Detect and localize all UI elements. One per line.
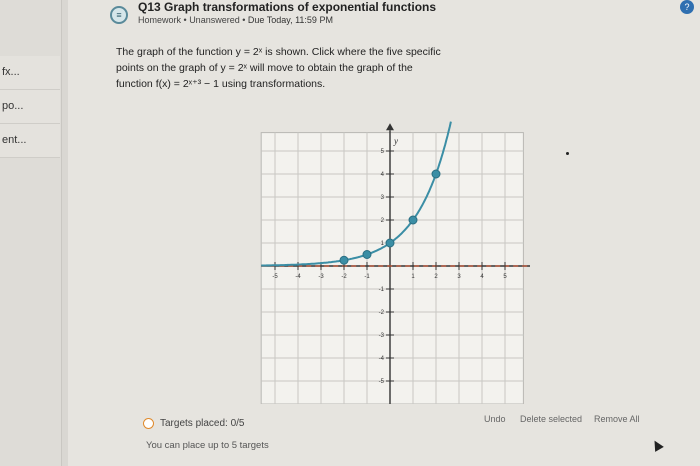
x-tick-label: -4 [295, 274, 301, 280]
graph-canvas[interactable]: -5-4-3-2-11234554321-1-2-3-4-5xy [250, 118, 530, 404]
list-icon: ≡ [110, 6, 128, 24]
page-title: Q13 Graph transformations of exponential… [138, 0, 437, 14]
curve-point[interactable] [385, 238, 395, 248]
y-tick-label: -5 [379, 379, 385, 385]
assignment-status: Unanswered [189, 15, 240, 25]
assignment-meta: Homework • Unanswered • Due Today, 11:59… [138, 15, 333, 25]
undo-button[interactable]: Undo [484, 414, 506, 424]
target-radio-icon [143, 418, 154, 429]
curve-point[interactable] [339, 255, 349, 265]
sidebar-item-1[interactable]: fx... [0, 56, 60, 90]
x-tick-label: -5 [272, 274, 278, 280]
y-tick-label: -2 [379, 310, 385, 316]
y-tick-label: -3 [379, 333, 385, 339]
question-line-3: function f(x) = 2ˣ⁺³ − 1 using transform… [116, 78, 326, 90]
question-text: The graph of the function y = 2ˣ is show… [116, 44, 446, 92]
sidebar-item-2[interactable]: po... [0, 90, 60, 124]
y-axis-label: y [393, 136, 398, 146]
x-tick-label: -1 [364, 274, 370, 280]
question-line-2: points on the graph of y = 2ˣ will move … [116, 62, 413, 74]
sidebar-item-label: fx... [2, 66, 20, 78]
sidebar-item-label: ent... [2, 134, 27, 146]
y-axis-arrow [386, 123, 394, 131]
curve-point[interactable] [408, 215, 418, 225]
y-tick-label: -1 [379, 287, 385, 293]
due-date: Due Today, 11:59 PM [247, 15, 333, 25]
remove-all-button[interactable]: Remove All [594, 414, 640, 424]
stray-dot [566, 152, 569, 155]
delete-selected-button[interactable]: Delete selected [520, 414, 582, 424]
grid-background [260, 132, 524, 404]
x-tick-label: -3 [318, 274, 324, 280]
assignment-type: Homework [138, 15, 182, 25]
targets-status: Targets placed: 0/5 [143, 418, 245, 429]
x-tick-label: -2 [341, 274, 347, 280]
sidebar: fx... po... ent... [0, 0, 62, 466]
help-icon[interactable]: ? [680, 0, 694, 14]
y-tick-label: -4 [379, 356, 385, 362]
curve-point[interactable] [362, 250, 372, 259]
curve-point[interactable] [431, 169, 441, 179]
sidebar-item-label: po... [2, 100, 24, 112]
sidebar-item-3[interactable]: ent... [0, 124, 60, 158]
targets-label: Targets placed: 0/5 [160, 418, 245, 429]
targets-hint: You can place up to 5 targets [146, 440, 269, 451]
question-line-1: The graph of the function y = 2ˣ is show… [116, 46, 441, 58]
